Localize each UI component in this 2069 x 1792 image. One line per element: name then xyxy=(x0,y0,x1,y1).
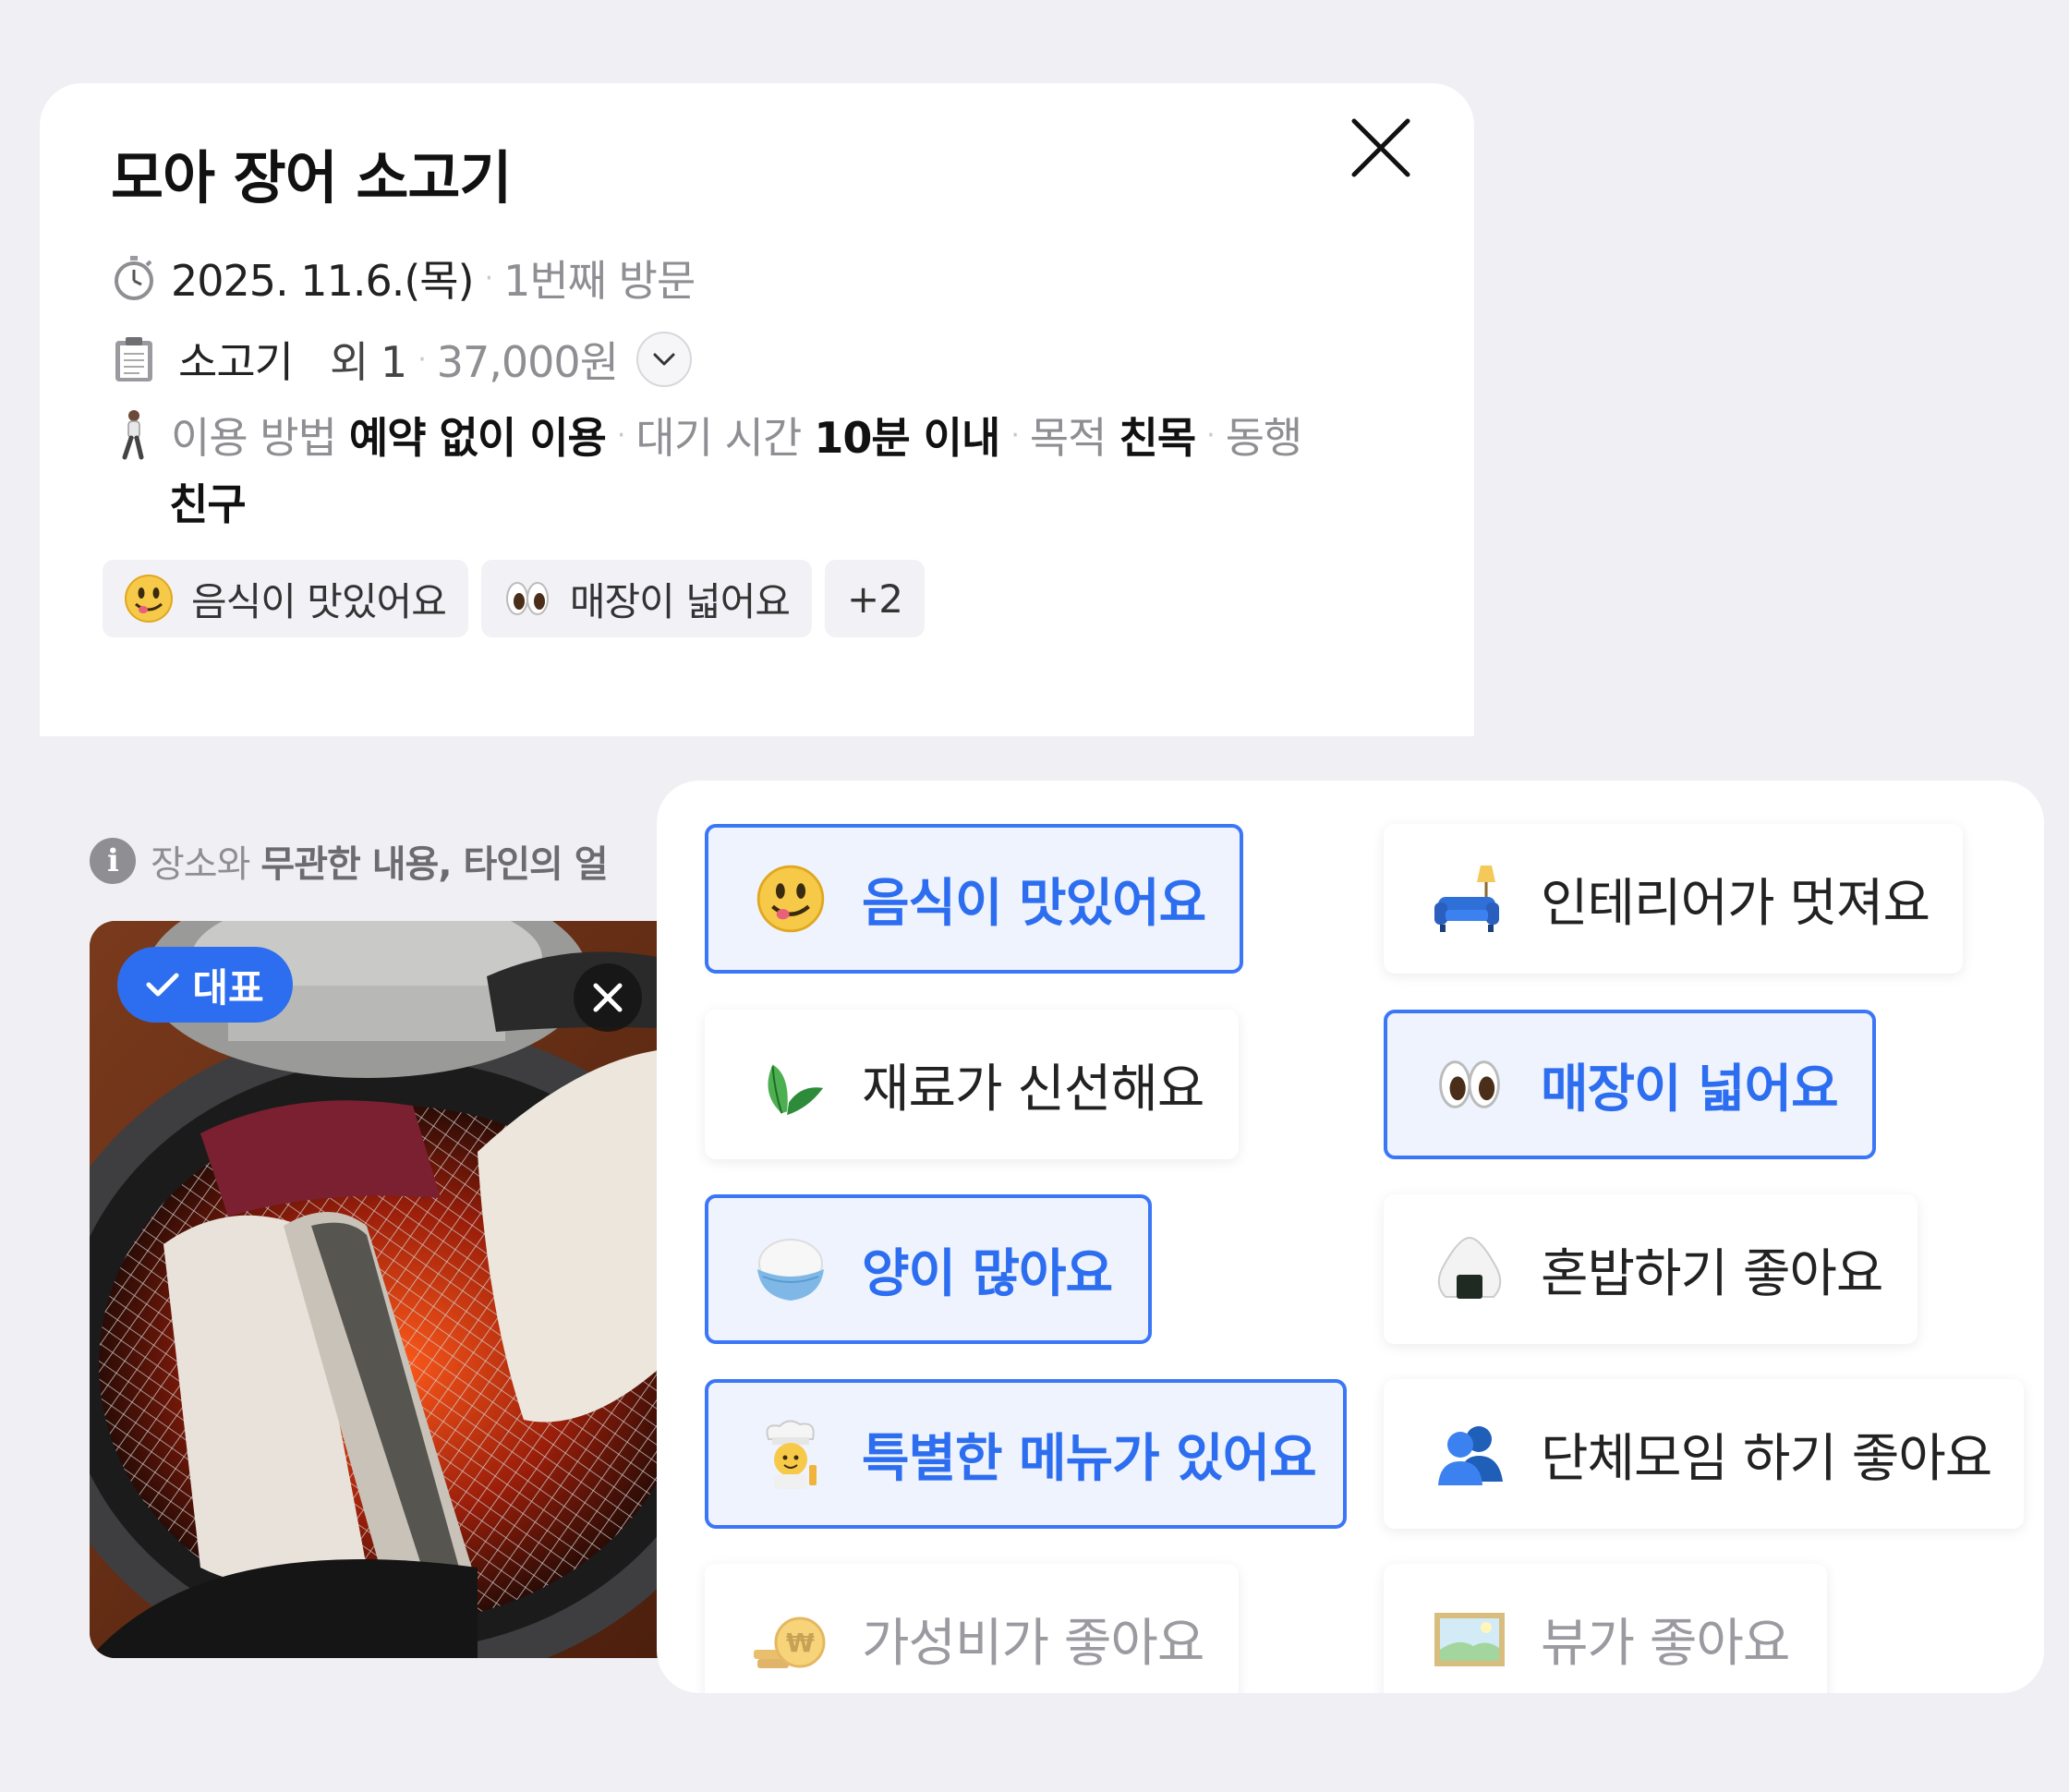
stopwatch-icon xyxy=(106,250,162,306)
keyword-interior-nice[interactable]: 인테리어가 멋져요 xyxy=(1384,824,1963,974)
place-title: 모아 장어 소고기 xyxy=(111,144,512,212)
companion-label: 동행 xyxy=(1225,413,1303,463)
rice-bowl-icon xyxy=(753,1231,829,1307)
chip-store-spacious: 매장이 넓어요 xyxy=(480,560,813,637)
keyword-label: 매장이 넓어요 xyxy=(1541,1059,1839,1120)
keyword-special-menu[interactable]: 특별한 메뉴가 있어요 xyxy=(705,1379,1347,1529)
wait-label: 대기 시간 xyxy=(635,413,802,463)
separator-dot: · xyxy=(616,418,625,452)
separator-dot: · xyxy=(1010,418,1019,452)
keyword-label: 가성비가 좋아요 xyxy=(862,1613,1204,1674)
wait-value: 10분 이내 xyxy=(814,413,1000,463)
chef-icon xyxy=(753,1416,829,1492)
menu-row: 소고기 외 1 · 37,000원 xyxy=(106,329,693,390)
visit-date-row: 2025. 11.6.(목) · 1번째 방문 xyxy=(106,248,696,309)
landscape-picture-icon xyxy=(1432,1601,1507,1677)
keyword-value-for-money[interactable]: ₩ 가성비가 좋아요 xyxy=(705,1564,1239,1693)
menu-name: 소고기 xyxy=(178,337,294,387)
keyword-large-portion[interactable]: 양이 많아요 xyxy=(705,1194,1152,1344)
grilled-eel-photo xyxy=(90,921,718,1658)
keyword-label: 단체모임 하기 좋아요 xyxy=(1541,1428,1992,1489)
representative-badge[interactable]: 대표 xyxy=(117,947,293,1023)
review-keyword-chips: 음식이 맛있어요 매장이 넓어요 +2 xyxy=(103,560,925,637)
keyword-food-tasty[interactable]: 음식이 맛있어요 xyxy=(705,824,1243,974)
menu-extra: 외 1 xyxy=(329,337,407,387)
expand-menu-button[interactable] xyxy=(636,332,693,387)
group-people-icon xyxy=(1432,1416,1507,1492)
notice-bold: 무관한 내용, 타인의 얼 xyxy=(260,843,608,886)
eyes-icon xyxy=(502,573,553,624)
companion-value: 친구 xyxy=(169,479,247,529)
onigiri-icon xyxy=(1432,1231,1507,1307)
visit-date: 2025. 11.6.(목) xyxy=(171,256,475,306)
keyword-label: 음식이 맛있어요 xyxy=(862,873,1206,934)
chevron-down-icon xyxy=(653,353,675,366)
usage-label: 이용 방법 xyxy=(171,413,337,463)
keyword-group-gathering[interactable]: 단체모임 하기 좋아요 xyxy=(1384,1379,2024,1529)
chip-label: 매장이 넓어요 xyxy=(569,578,791,624)
uploaded-photo[interactable]: 대표 xyxy=(90,921,718,1658)
close-icon[interactable] xyxy=(1349,115,1413,180)
more-chips-button[interactable]: +2 xyxy=(825,560,925,637)
walking-person-icon xyxy=(106,407,162,463)
eyes-icon xyxy=(1432,1047,1507,1122)
visit-count: 1번째 방문 xyxy=(503,256,696,306)
notice-prefix: 장소와 xyxy=(151,843,250,886)
photo-notice: i 장소와 무관한 내용, 타인의 얼 xyxy=(90,834,609,888)
keyword-label: 인테리어가 멋져요 xyxy=(1541,873,1930,934)
remove-photo-button[interactable] xyxy=(574,963,642,1032)
separator-dot: · xyxy=(1206,418,1215,452)
usage-value: 예약 없이 이용 xyxy=(348,413,607,463)
usage-info-row: 이용 방법 예약 없이 이용 · 대기 시간 10분 이내 · 목적 친목 · … xyxy=(106,405,1303,466)
yum-face-icon xyxy=(753,861,829,937)
keyword-label: 양이 많아요 xyxy=(862,1243,1113,1304)
keyword-nice-view[interactable]: 뷰가 좋아요 xyxy=(1384,1564,1827,1693)
keyword-solo-dining[interactable]: 혼밥하기 좋아요 xyxy=(1384,1194,1918,1344)
keyword-store-spacious[interactable]: 매장이 넓어요 xyxy=(1384,1010,1876,1159)
sofa-lamp-icon xyxy=(1432,861,1507,937)
chip-label: 음식이 맛있어요 xyxy=(191,578,447,624)
representative-label: 대표 xyxy=(192,964,264,1011)
checkmark-icon xyxy=(146,973,179,997)
keyword-selection-panel: 음식이 맛있어요 인테리어가 멋져요 재료가 신선해요 매장이 넓어요 양이 많… xyxy=(657,781,2044,1693)
menu-price: 37,000원 xyxy=(436,337,619,387)
purpose-label: 목적 xyxy=(1029,413,1107,463)
separator-dot: · xyxy=(417,343,426,376)
keyword-label: 뷰가 좋아요 xyxy=(1541,1613,1790,1674)
clipboard-icon xyxy=(106,332,162,387)
keyword-label: 재료가 신선해요 xyxy=(862,1059,1204,1120)
review-summary-card: 모아 장어 소고기 2025. 11.6.(목) · 1번째 방문 소고기 외 … xyxy=(40,83,1474,736)
chip-food-tasty: 음식이 맛있어요 xyxy=(103,560,468,637)
close-icon xyxy=(593,983,623,1012)
keyword-label: 혼밥하기 좋아요 xyxy=(1541,1243,1883,1304)
keyword-label: 특별한 메뉴가 있어요 xyxy=(862,1428,1317,1489)
purpose-value: 친목 xyxy=(1119,413,1197,463)
leaf-icon xyxy=(753,1047,829,1122)
svg-text:₩: ₩ xyxy=(786,1628,815,1658)
keyword-fresh-ingredients[interactable]: 재료가 신선해요 xyxy=(705,1010,1239,1159)
coin-icon: ₩ xyxy=(753,1601,829,1677)
yum-face-icon xyxy=(123,573,175,624)
separator-dot: · xyxy=(484,261,493,295)
info-icon: i xyxy=(90,838,136,884)
